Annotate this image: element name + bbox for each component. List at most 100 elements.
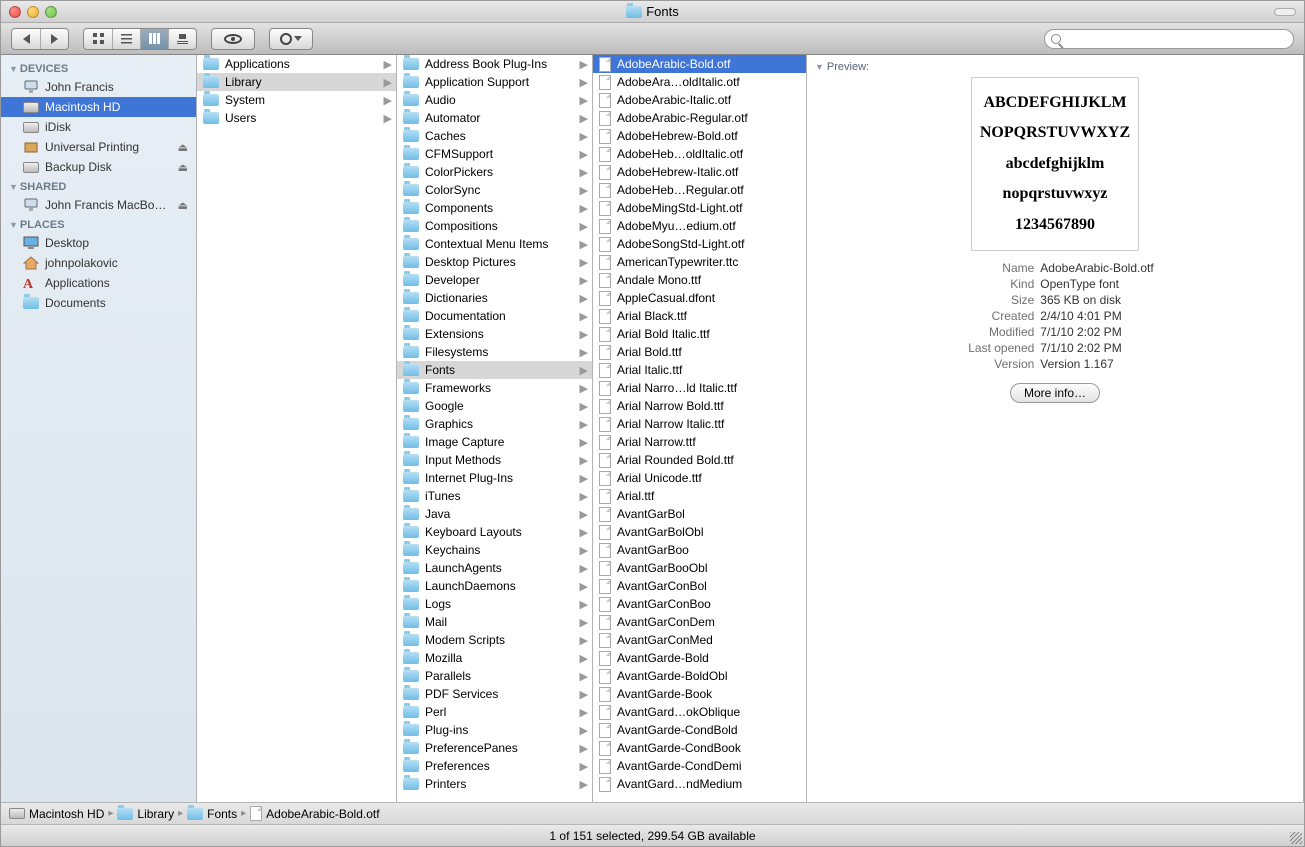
column-file-row[interactable]: Arial Narro…ld Italic.ttf xyxy=(593,379,806,397)
column-file-row[interactable]: AvantGarde-CondBold xyxy=(593,721,806,739)
column-file-row[interactable]: AvantGarde-Bold xyxy=(593,649,806,667)
column-folder-row[interactable]: Desktop Pictures▶ xyxy=(397,253,592,271)
column-folder-row[interactable]: Input Methods▶ xyxy=(397,451,592,469)
column-folder-row[interactable]: Mozilla▶ xyxy=(397,649,592,667)
column-folder-row[interactable]: Application Support▶ xyxy=(397,73,592,91)
column-folder-row[interactable]: Google▶ xyxy=(397,397,592,415)
column-folder-row[interactable]: Keyboard Layouts▶ xyxy=(397,523,592,541)
sidebar-item[interactable]: AApplications xyxy=(1,273,196,293)
column-folder-row[interactable]: CFMSupport▶ xyxy=(397,145,592,163)
column-file-row[interactable]: Arial Bold Italic.ttf xyxy=(593,325,806,343)
column-file-row[interactable]: Arial Narrow Bold.ttf xyxy=(593,397,806,415)
column-folder-row[interactable]: ColorPickers▶ xyxy=(397,163,592,181)
column-file-row[interactable]: AvantGarBol xyxy=(593,505,806,523)
column-file-row[interactable]: AvantGarBooObl xyxy=(593,559,806,577)
column-folder-row[interactable]: Internet Plug-Ins▶ xyxy=(397,469,592,487)
sidebar-item[interactable]: iDisk xyxy=(1,117,196,137)
sidebar-item[interactable]: Desktop xyxy=(1,233,196,253)
column-folder-row[interactable]: Frameworks▶ xyxy=(397,379,592,397)
forward-button[interactable] xyxy=(40,29,68,49)
column-folder-row[interactable]: Java▶ xyxy=(397,505,592,523)
action-menu-button[interactable] xyxy=(269,28,313,50)
sidebar-group-header[interactable]: ▼ PLACES xyxy=(1,215,196,233)
column-folder-row[interactable]: Printers▶ xyxy=(397,775,592,793)
search-input[interactable] xyxy=(1065,31,1287,47)
zoom-button[interactable] xyxy=(45,6,57,18)
sidebar-group-header[interactable]: ▼ DEVICES xyxy=(1,59,196,77)
column-folder-row[interactable]: Library▶ xyxy=(197,73,396,91)
column-folder-row[interactable]: LaunchDaemons▶ xyxy=(397,577,592,595)
column-file-row[interactable]: AvantGarConBoo xyxy=(593,595,806,613)
column-file-row[interactable]: Arial Bold.ttf xyxy=(593,343,806,361)
sidebar-item[interactable]: Backup Disk⏏ xyxy=(1,157,196,177)
column-file-row[interactable]: Arial Narrow.ttf xyxy=(593,433,806,451)
path-segment[interactable]: Fonts xyxy=(187,807,237,821)
titlebar-pill[interactable] xyxy=(1274,8,1296,16)
coverflow-view-button[interactable] xyxy=(168,29,196,49)
column-folder-row[interactable]: Compositions▶ xyxy=(397,217,592,235)
column-file-row[interactable]: AvantGarConDem xyxy=(593,613,806,631)
column-folder-row[interactable]: Dictionaries▶ xyxy=(397,289,592,307)
column-folder-row[interactable]: Perl▶ xyxy=(397,703,592,721)
minimize-button[interactable] xyxy=(27,6,39,18)
column-folder-row[interactable]: iTunes▶ xyxy=(397,487,592,505)
column-file-row[interactable]: Arial Black.ttf xyxy=(593,307,806,325)
column-file-row[interactable]: AvantGarBolObl xyxy=(593,523,806,541)
path-segment[interactable]: Library xyxy=(117,807,174,821)
column-file-row[interactable]: Andale Mono.ttf xyxy=(593,271,806,289)
column-folder-row[interactable]: Image Capture▶ xyxy=(397,433,592,451)
column-folder-row[interactable]: Caches▶ xyxy=(397,127,592,145)
column-folder-row[interactable]: System▶ xyxy=(197,91,396,109)
column-file-row[interactable]: Arial Narrow Italic.ttf xyxy=(593,415,806,433)
sidebar-item[interactable]: Macintosh HD xyxy=(1,97,196,117)
column-file-row[interactable]: Arial Unicode.ttf xyxy=(593,469,806,487)
column-folder-row[interactable]: Plug-ins▶ xyxy=(397,721,592,739)
column-folder-row[interactable]: Fonts▶ xyxy=(397,361,592,379)
close-button[interactable] xyxy=(9,6,21,18)
column-file-row[interactable]: AppleCasual.dfont xyxy=(593,289,806,307)
path-segment[interactable]: Macintosh HD xyxy=(9,807,104,821)
column-folder-row[interactable]: Users▶ xyxy=(197,109,396,127)
column-folder-row[interactable]: Extensions▶ xyxy=(397,325,592,343)
column-folder-row[interactable]: Mail▶ xyxy=(397,613,592,631)
column-file-row[interactable]: AvantGarde-BoldObl xyxy=(593,667,806,685)
column-file-row[interactable]: AdobeHebrew-Bold.otf xyxy=(593,127,806,145)
column-folder-row[interactable]: Automator▶ xyxy=(397,109,592,127)
eject-icon[interactable]: ⏏ xyxy=(178,141,188,154)
column-folder-row[interactable]: Developer▶ xyxy=(397,271,592,289)
column-folder-row[interactable]: Audio▶ xyxy=(397,91,592,109)
column-folder-row[interactable]: Address Book Plug-Ins▶ xyxy=(397,55,592,73)
column-file-row[interactable]: AdobeAra…oldItalic.otf xyxy=(593,73,806,91)
path-segment[interactable]: AdobeArabic-Bold.otf xyxy=(250,806,379,821)
column-folder-row[interactable]: Documentation▶ xyxy=(397,307,592,325)
column-folder-row[interactable]: Applications▶ xyxy=(197,55,396,73)
column-file-row[interactable]: AvantGarConBol xyxy=(593,577,806,595)
column-file-row[interactable]: Arial.ttf xyxy=(593,487,806,505)
column-file-row[interactable]: AmericanTypewriter.ttc xyxy=(593,253,806,271)
column-view-button[interactable] xyxy=(140,29,168,49)
column-file-row[interactable]: AdobeArabic-Bold.otf xyxy=(593,55,806,73)
sidebar-item[interactable]: johnpolakovic xyxy=(1,253,196,273)
eject-icon[interactable]: ⏏ xyxy=(178,161,188,174)
column-file-row[interactable]: AdobeArabic-Italic.otf xyxy=(593,91,806,109)
eject-icon[interactable]: ⏏ xyxy=(178,199,188,212)
search-field[interactable] xyxy=(1044,29,1294,49)
column-folder-row[interactable]: Parallels▶ xyxy=(397,667,592,685)
column-folder-row[interactable]: Logs▶ xyxy=(397,595,592,613)
column-folder-row[interactable]: Components▶ xyxy=(397,199,592,217)
column-folder-row[interactable]: ColorSync▶ xyxy=(397,181,592,199)
sidebar-group-header[interactable]: ▼ SHARED xyxy=(1,177,196,195)
column-file-row[interactable]: AdobeHebrew-Italic.otf xyxy=(593,163,806,181)
icon-view-button[interactable] xyxy=(84,29,112,49)
sidebar-item[interactable]: Universal Printing⏏ xyxy=(1,137,196,157)
column-file-row[interactable]: AvantGarde-Book xyxy=(593,685,806,703)
sidebar-item[interactable]: John Francis MacBoo…⏏ xyxy=(1,195,196,215)
back-button[interactable] xyxy=(12,29,40,49)
column-file-row[interactable]: AvantGarde-CondDemi xyxy=(593,757,806,775)
column-file-row[interactable]: AdobeSongStd-Light.otf xyxy=(593,235,806,253)
column-3[interactable]: AdobeArabic-Bold.otfAdobeAra…oldItalic.o… xyxy=(593,55,807,802)
column-file-row[interactable]: AdobeArabic-Regular.otf xyxy=(593,109,806,127)
column-folder-row[interactable]: Graphics▶ xyxy=(397,415,592,433)
column-folder-row[interactable]: LaunchAgents▶ xyxy=(397,559,592,577)
column-folder-row[interactable]: Preferences▶ xyxy=(397,757,592,775)
